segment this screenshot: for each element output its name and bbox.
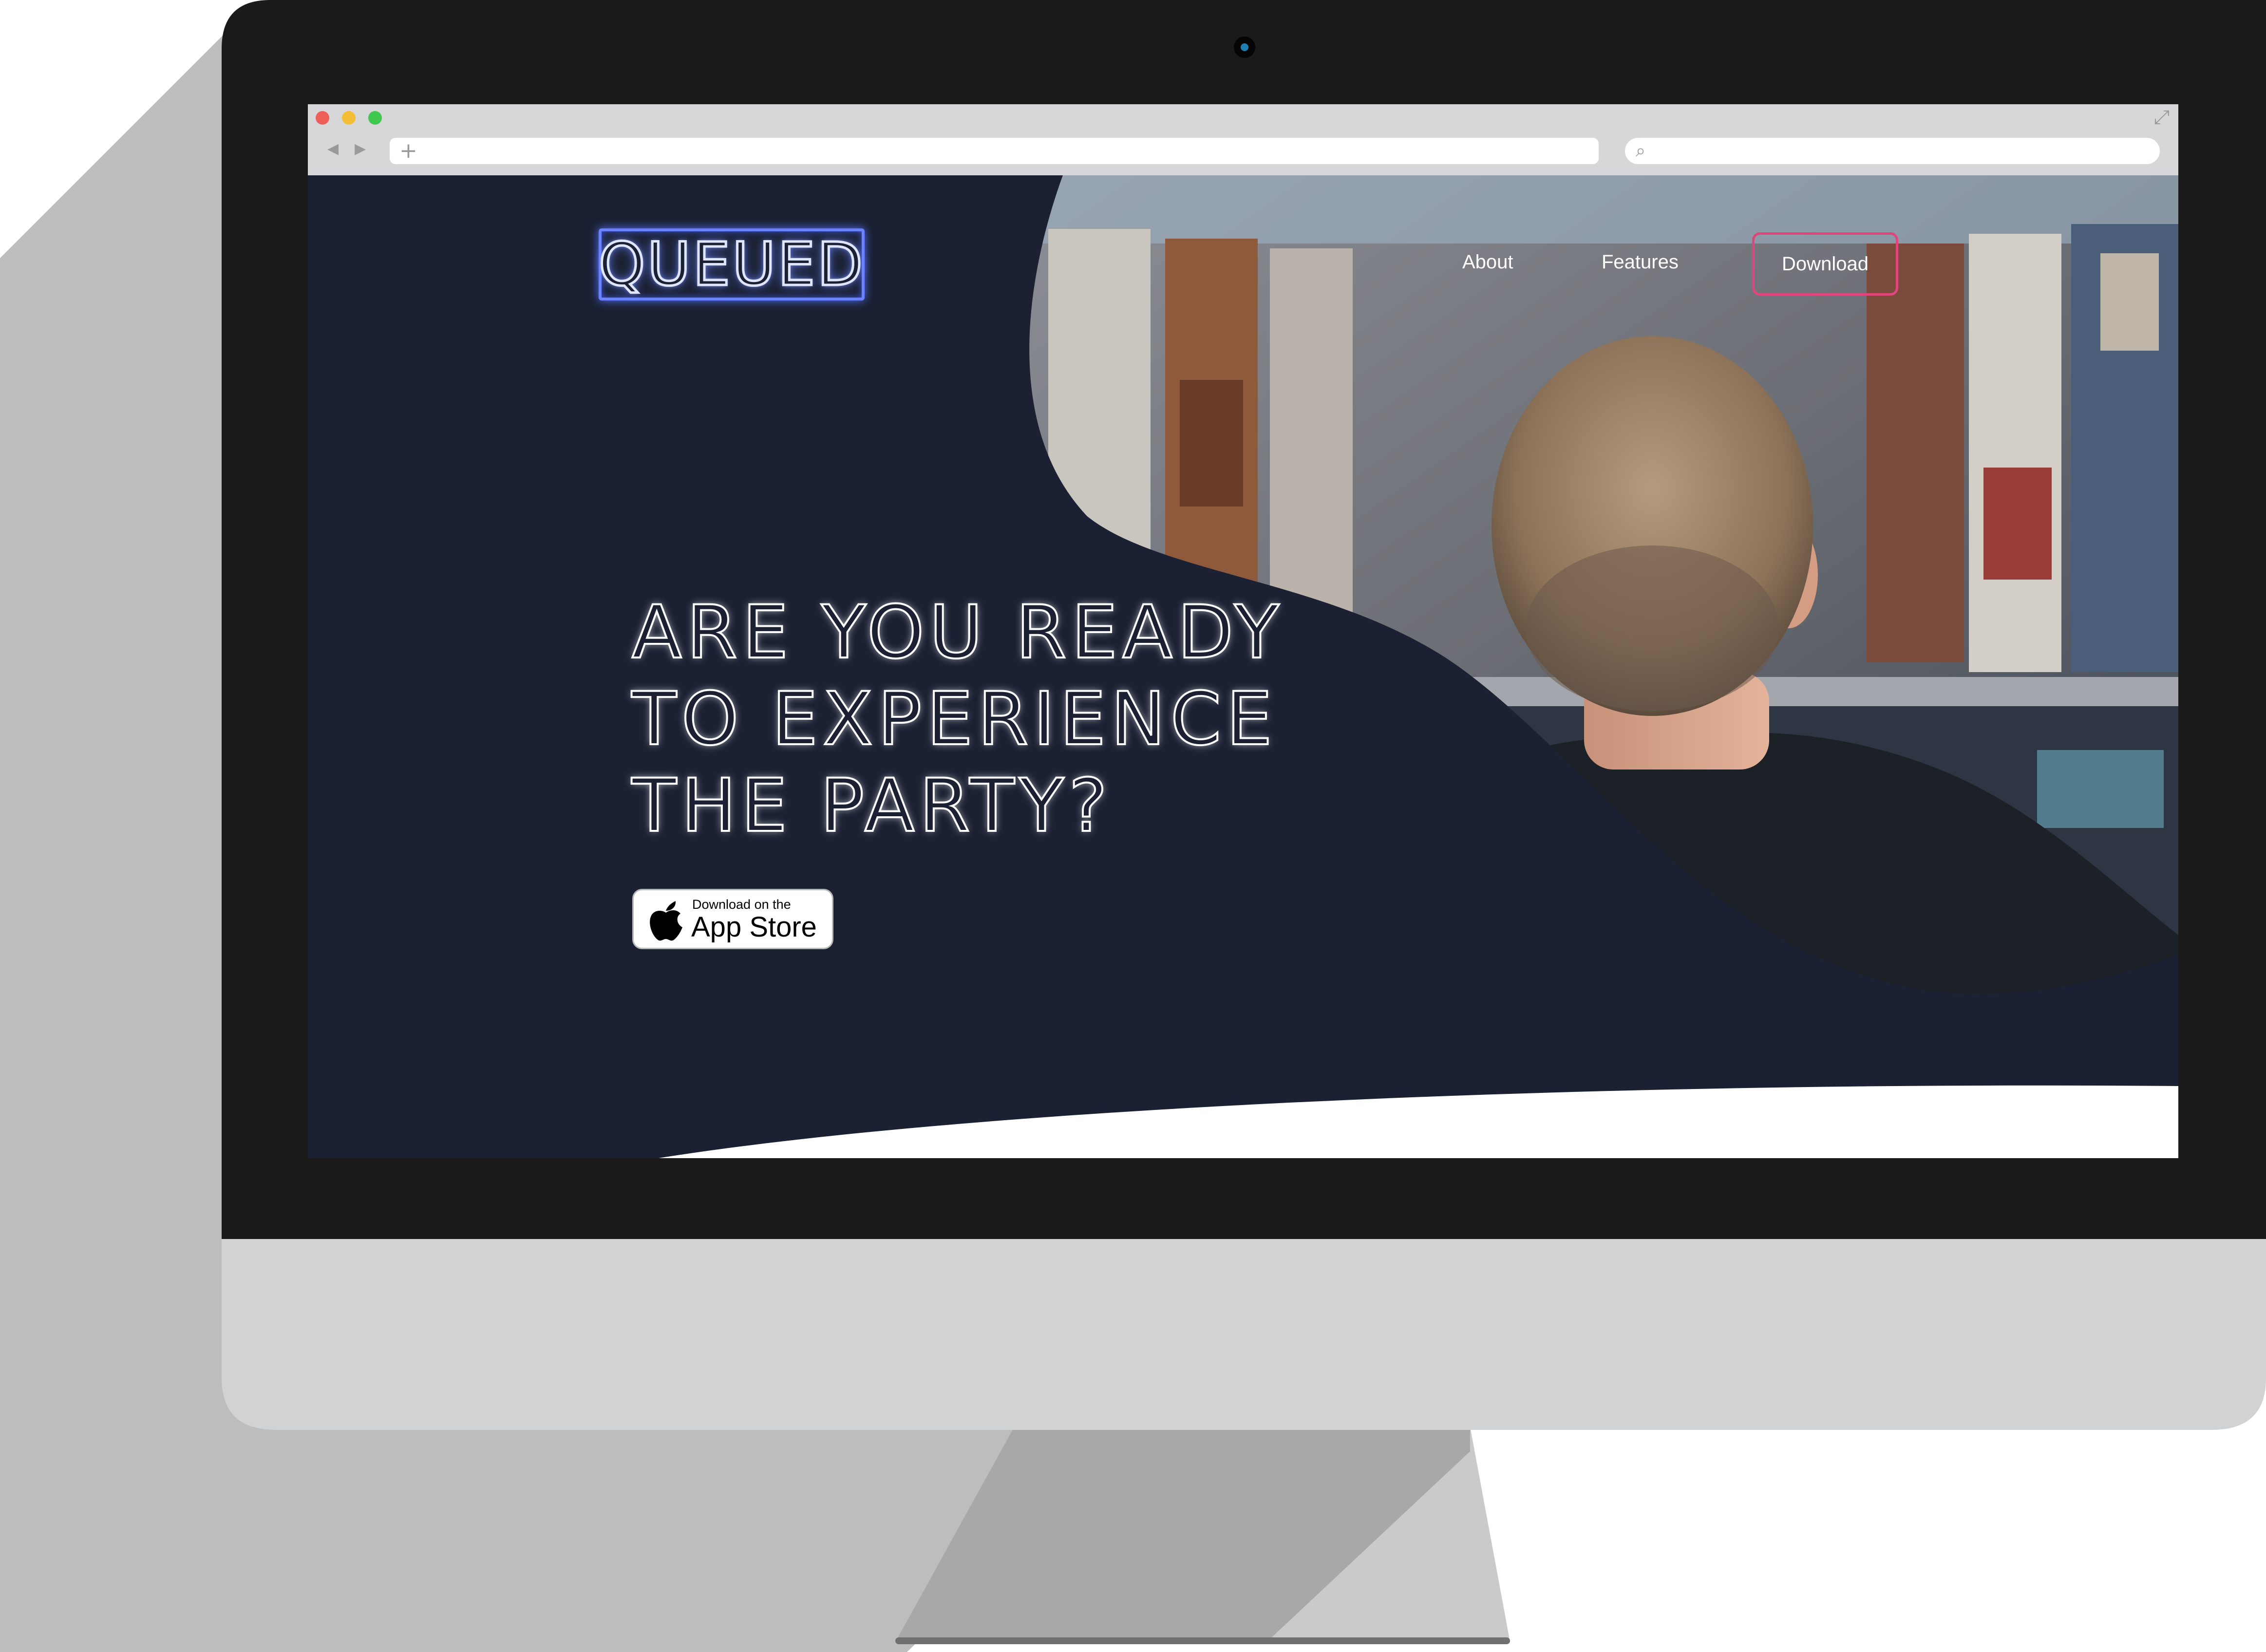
nav-about-link[interactable]: About <box>1462 250 1513 274</box>
logo-text: QUEUED <box>597 229 865 300</box>
web-page: QUEUED About Features Download ARE YOU R… <box>308 175 2178 1158</box>
address-bar[interactable]: + <box>390 138 1599 164</box>
maximize-window-button[interactable] <box>368 111 382 125</box>
expand-icon[interactable]: ⤢ <box>2154 106 2170 129</box>
back-arrow-icon[interactable]: ◀ <box>327 140 339 157</box>
badge-large-text: App Store <box>691 911 817 943</box>
apple-icon <box>650 901 682 941</box>
monitor-stand-foot <box>895 1637 1510 1644</box>
minimize-window-button[interactable] <box>342 111 356 125</box>
close-window-button[interactable] <box>316 111 329 125</box>
nav-download-button[interactable]: Download <box>1752 232 1898 296</box>
bottom-wave <box>659 1085 2178 1158</box>
hero-heading: ARE YOU READY TO EXPERIENCE THE PARTY? <box>631 589 1284 849</box>
forward-arrow-icon[interactable]: ▶ <box>355 140 366 157</box>
monitor-chin <box>222 1237 2266 1430</box>
badge-small-text: Download on the <box>692 897 791 912</box>
search-icon: ⌕ <box>1636 141 1646 161</box>
app-store-badge[interactable]: Download on the App Store <box>632 889 833 949</box>
nav-features-link[interactable]: Features <box>1602 250 1679 274</box>
queued-logo[interactable]: QUEUED <box>597 228 865 300</box>
plus-icon[interactable]: + <box>399 138 417 164</box>
browser-search-field[interactable]: ⌕ <box>1625 138 2160 164</box>
